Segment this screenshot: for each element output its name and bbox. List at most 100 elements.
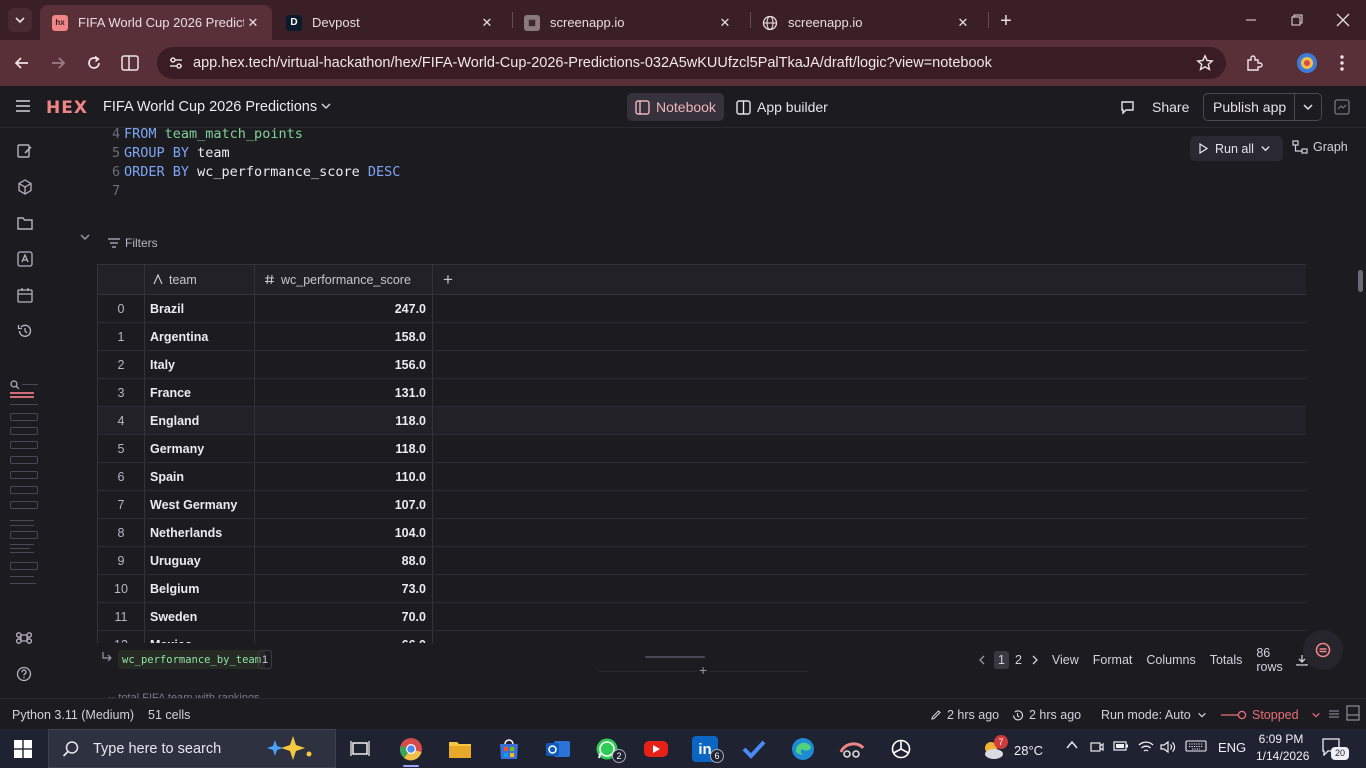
close-icon[interactable]: ✕ xyxy=(478,14,496,32)
minimize-button[interactable] xyxy=(1236,8,1266,32)
chevron-up-icon[interactable] xyxy=(1066,740,1078,750)
chevron-down-icon[interactable] xyxy=(1260,143,1271,154)
system-clock[interactable]: 6:09 PM 1/14/2026 xyxy=(1256,731,1309,765)
extensions-button[interactable] xyxy=(1241,50,1267,76)
back-button[interactable] xyxy=(9,50,35,76)
kernel-status[interactable]: Python 3.11 (Medium) xyxy=(12,708,134,722)
panel-toggle-icon[interactable] xyxy=(1346,705,1360,721)
format-button[interactable]: Format xyxy=(1093,653,1133,667)
chevron-down-icon[interactable] xyxy=(320,100,332,112)
close-icon[interactable]: ✕ xyxy=(244,14,262,32)
reload-button[interactable] xyxy=(81,50,107,76)
hamburger-menu-icon[interactable] xyxy=(16,100,30,112)
help-icon[interactable] xyxy=(16,666,34,684)
variables-icon[interactable] xyxy=(16,250,34,268)
close-icon[interactable]: ✕ xyxy=(716,14,734,32)
tab-app-builder[interactable]: App builder xyxy=(728,93,836,121)
run-all-button[interactable]: Run all xyxy=(1190,136,1283,161)
sql-code-editor[interactable]: 4 FROM team_match_points 5 GROUP BY team 6… xyxy=(98,128,1306,223)
table-row[interactable]: 0 Brazil 247.0 xyxy=(98,295,1306,323)
share-button[interactable]: Share xyxy=(1120,99,1189,115)
tab-notebook[interactable]: Notebook xyxy=(627,93,724,121)
bookmark-star-icon[interactable] xyxy=(1196,54,1214,72)
snipping-tool-icon[interactable] xyxy=(839,736,865,762)
columns-button[interactable]: Columns xyxy=(1146,653,1195,667)
publish-app-button[interactable]: Publish app xyxy=(1203,93,1322,121)
output-dataframe-name[interactable]: wc_performance_by_team xyxy=(118,650,266,669)
windows-start-icon[interactable] xyxy=(14,740,32,758)
browser-tab-screenapp-1[interactable]: ▦ screenapp.io ✕ xyxy=(512,5,744,40)
kernel-state-dropdown[interactable]: Stopped xyxy=(1221,708,1326,722)
table-row[interactable]: 12Mexico66.0 xyxy=(98,631,1306,643)
battery-icon[interactable] xyxy=(1113,740,1129,752)
forward-button[interactable] xyxy=(45,50,71,76)
edge-icon[interactable] xyxy=(790,736,816,762)
table-row[interactable]: 6 Spain 110.0 xyxy=(98,463,1306,491)
version-history[interactable]: 2 hrs ago xyxy=(1011,708,1081,722)
page-2-button[interactable]: 2 xyxy=(1011,651,1026,669)
project-title[interactable]: FIFA World Cup 2026 Predictions xyxy=(103,99,317,115)
outlook-icon[interactable] xyxy=(545,736,571,762)
url-text[interactable]: app.hex.tech/virtual-hackathon/hex/FIFA-… xyxy=(193,55,992,71)
table-row[interactable]: 4 England 118.0 xyxy=(98,407,1306,435)
schedule-icon[interactable] xyxy=(16,286,34,304)
taskbar-search-box[interactable]: Type here to search xyxy=(48,729,336,768)
close-window-button[interactable] xyxy=(1328,8,1358,32)
sidebar-toggle-icon[interactable] xyxy=(1334,99,1350,115)
microsoft-store-icon[interactable] xyxy=(496,736,522,762)
hex-logo[interactable]: HEX xyxy=(46,98,88,118)
volume-icon[interactable] xyxy=(1160,740,1176,754)
wifi-icon[interactable] xyxy=(1138,740,1154,754)
add-column-button[interactable]: + xyxy=(433,265,463,294)
outline-search-icon[interactable] xyxy=(10,380,20,390)
add-cell-divider[interactable]: + xyxy=(598,662,808,678)
youtube-icon[interactable] xyxy=(643,736,669,762)
notification-center[interactable]: 20 xyxy=(1322,738,1360,760)
browser-tab-devpost[interactable]: D Devpost ✕ xyxy=(274,5,506,40)
todo-icon[interactable] xyxy=(741,736,767,762)
add-cell-icon[interactable]: + xyxy=(697,662,710,678)
chevron-down-icon[interactable] xyxy=(1295,101,1321,113)
view-button[interactable]: View xyxy=(1052,653,1079,667)
column-header-score[interactable]: wc_performance_score xyxy=(255,265,433,294)
file-explorer-icon[interactable] xyxy=(447,736,473,762)
tab-search-dropdown[interactable] xyxy=(8,8,32,32)
folder-icon[interactable] xyxy=(16,214,34,232)
address-bar[interactable]: app.hex.tech/virtual-hackathon/hex/FIFA-… xyxy=(157,47,1226,79)
edit-cells-icon[interactable] xyxy=(16,142,34,160)
collapse-cell-chevron-icon[interactable] xyxy=(79,231,91,243)
assistant-button[interactable] xyxy=(1303,630,1343,670)
chatgpt-icon[interactable] xyxy=(888,736,914,762)
browser-tab-screenapp-2[interactable]: screenapp.io ✕ xyxy=(750,5,982,40)
table-row[interactable]: 11 Sweden 70.0 xyxy=(98,603,1306,631)
task-view-icon[interactable] xyxy=(347,736,373,762)
graph-button[interactable]: Graph xyxy=(1292,140,1348,154)
cube-icon[interactable] xyxy=(16,178,34,196)
column-header-team[interactable]: team xyxy=(145,265,255,294)
language-indicator[interactable]: ENG xyxy=(1218,740,1246,755)
totals-button[interactable]: Totals xyxy=(1210,653,1243,667)
restore-button[interactable] xyxy=(1282,8,1312,32)
browser-tab-hex[interactable]: hx FIFA World Cup 2026 Prediction ✕ xyxy=(40,5,272,40)
keyboard-icon[interactable] xyxy=(1185,740,1207,752)
split-view-button[interactable] xyxy=(117,50,143,76)
command-icon[interactable] xyxy=(16,630,34,648)
site-settings-icon[interactable] xyxy=(165,55,187,71)
table-row[interactable]: 1 Argentina 158.0 xyxy=(98,323,1306,351)
table-row[interactable]: 9 Uruguay 88.0 xyxy=(98,547,1306,575)
scrollbar-thumb[interactable] xyxy=(1358,270,1363,292)
filters-button[interactable]: Filters xyxy=(108,236,158,250)
history-icon[interactable] xyxy=(16,322,34,340)
table-row[interactable]: 8 Netherlands 104.0 xyxy=(98,519,1306,547)
meet-now-icon[interactable] xyxy=(1090,740,1104,754)
close-icon[interactable]: ✕ xyxy=(954,14,972,32)
chevron-right-icon[interactable] xyxy=(1031,655,1039,665)
browser-menu-button[interactable] xyxy=(1329,50,1355,76)
page-1-button[interactable]: 1 xyxy=(994,651,1009,669)
profile-avatar[interactable] xyxy=(1294,50,1320,76)
table-row[interactable]: 10 Belgium 73.0 xyxy=(98,575,1306,603)
last-edited[interactable]: 2 hrs ago xyxy=(930,708,999,722)
cell-resize-handle[interactable] xyxy=(645,656,705,658)
table-row[interactable]: 2 Italy 156.0 xyxy=(98,351,1306,379)
run-mode-dropdown[interactable]: Run mode: Auto xyxy=(1101,708,1212,722)
